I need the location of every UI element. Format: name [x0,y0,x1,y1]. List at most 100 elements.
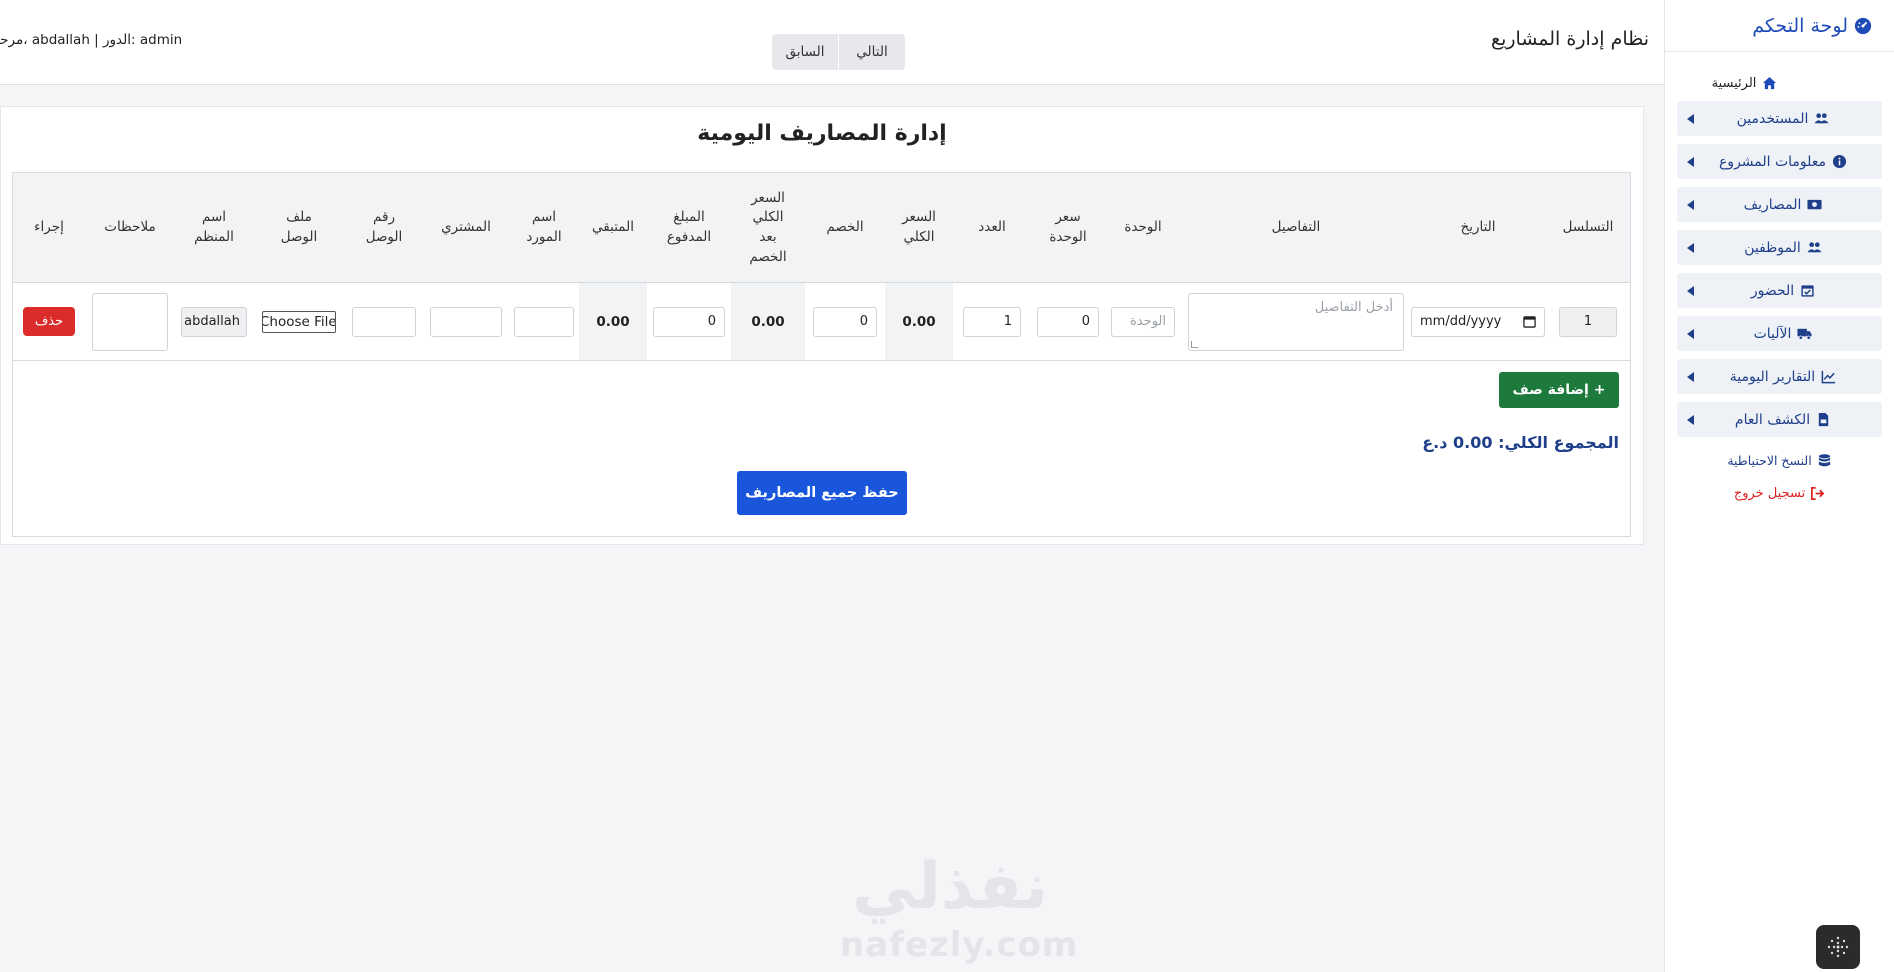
sidebar-menu: الرئيسية المستخدمين معلومات المشروع المص… [1665,52,1894,511]
calendar-icon[interactable] [1523,315,1536,328]
header-total-price: السعر الكلي [902,209,936,245]
sidebar: لوحة التحكم الرئيسية المستخدمين معلومات … [1664,0,1894,972]
logo-mark-icon [1827,936,1849,958]
previous-button[interactable]: السابق [772,34,838,70]
sidebar-item-label: معلومات المشروع [1718,153,1827,170]
header-unit: الوحدة [1124,219,1162,236]
caret-left-icon [1687,328,1694,339]
date-input[interactable]: mm/dd/yyyy [1411,306,1545,337]
sidebar-item-expenses[interactable]: المصاريف [1677,187,1882,222]
serial-field: 1 [1559,306,1617,337]
sidebar-item-general-statement[interactable]: الكشف العام [1677,402,1882,437]
file-invoice-icon [1818,412,1829,427]
sidebar-item-machinery[interactable]: الآليات [1677,316,1882,351]
cell-date: mm/dd/yyyy [1411,283,1545,360]
header-receipt-file: ملف الوصل [280,209,318,245]
sidebar-item-employees[interactable]: الموظفين [1677,230,1882,265]
expenses-card: إدارة المصاريف اليومية التسلسل التاريخ ا… [0,106,1644,545]
calendar-check-icon [1801,285,1814,297]
header-supplier: اسم المورد [526,209,562,245]
cell-action: حذف [13,283,85,360]
caret-left-icon [1687,199,1694,210]
cell-notes [85,283,175,360]
table-header: التسلسل التاريخ التفاصيل الوحدة سعر الوح… [13,173,1630,283]
receipt-number-input[interactable] [352,306,416,337]
cell-unit-price: 0 [1031,283,1105,360]
cell-total-after-discount: 0.00 [731,283,805,360]
table-row: 1 mm/dd/yyyy أدخل التفاصيل الوحدة 0 1 0.… [13,283,1630,361]
caret-left-icon [1687,285,1694,296]
cell-total-price: 0.00 [885,283,953,360]
cell-buyer [423,283,509,360]
sidebar-item-label: الموظفين [1744,239,1801,256]
unit-placeholder: الوحدة [1130,314,1166,329]
topbar: نظام إدارة المشاريع التالي السابق مرحباً… [0,0,1664,85]
sidebar-item-label: الكشف العام [1734,411,1811,428]
logout-link[interactable]: تسجيل خروج [1677,478,1882,511]
delete-row-button[interactable]: حذف [23,307,75,336]
sidebar-item-home[interactable]: الرئيسية [1677,66,1882,101]
header-paid-amount: المبلغ المدفوع [666,209,712,245]
cell-paid-amount: 0 [647,283,731,360]
sidebar-item-users[interactable]: المستخدمين [1677,101,1882,136]
sidebar-title: لوحة التحكم [1752,14,1848,37]
watermark-arabic: نفذلي [852,850,1048,924]
watermark: نفذلي nafezly.com [840,850,1077,965]
header-buyer: المشتري [441,219,491,236]
notes-textarea[interactable] [92,292,168,351]
cell-supplier [509,283,579,360]
user-info: مرحباً، abdallah | الدور: admin [0,32,183,48]
header-date: التاريخ [1460,219,1496,236]
cell-unit: الوحدة [1105,283,1181,360]
app-title: نظام إدارة المشاريع [1490,28,1649,50]
money-icon [1807,199,1822,210]
remaining-value: 0.00 [596,313,630,330]
next-button[interactable]: التالي [839,34,905,70]
sidebar-item-label: النسخ الاحتياطية [1727,453,1812,468]
cell-serial: 1 [1545,283,1631,360]
expenses-table: التسلسل التاريخ التفاصيل الوحدة سعر الوح… [12,172,1631,537]
add-row-button[interactable]: + إضافة صف [1499,372,1619,408]
sidebar-item-daily-reports[interactable]: التقارير اليومية [1677,359,1882,394]
buyer-input[interactable] [430,306,502,337]
total-after-discount-value: 0.00 [751,313,785,330]
users-icon [1814,113,1829,124]
logout-label: تسجيل خروج [1733,486,1806,501]
dashboard-icon [1854,17,1872,34]
header-notes: ملاحظات [104,219,156,236]
sidebar-item-label: المصاريف [1743,196,1802,213]
sidebar-item-project-info[interactable]: معلومات المشروع [1677,144,1882,179]
save-all-expenses-button[interactable]: حفظ جميع المصاريف [737,471,907,515]
sidebar-header[interactable]: لوحة التحكم [1665,0,1894,52]
date-placeholder: mm/dd/yyyy [1420,314,1502,329]
cell-receipt-number [345,283,423,360]
sign-out-icon [1811,487,1825,500]
pagination-buttons: التالي السابق [772,34,905,70]
sidebar-item-label: الحضور [1750,282,1795,299]
home-icon [1763,76,1777,90]
unit-input[interactable]: الوحدة [1111,306,1175,337]
grand-total-value: 0.00 د.ع [1422,433,1493,452]
header-serial: التسلسل [1562,219,1614,236]
choose-file-button[interactable]: Choose File [262,310,336,333]
supplier-input[interactable] [514,306,574,337]
header-action: إجراء [34,219,64,236]
caret-left-icon [1687,371,1694,382]
header-details: التفاصيل [1271,219,1321,236]
sidebar-item-label: الآليات [1753,325,1792,342]
sidebar-item-attendance[interactable]: الحضور [1677,273,1882,308]
users-icon [1807,242,1822,253]
chart-line-icon [1821,370,1836,384]
details-textarea[interactable]: أدخل التفاصيل [1188,292,1404,351]
discount-input[interactable]: 0 [813,306,877,337]
paid-amount-input[interactable]: 0 [653,306,725,337]
header-remaining: المتبقي [592,219,634,236]
cell-details: أدخل التفاصيل [1181,283,1411,360]
count-input[interactable]: 1 [963,306,1021,337]
resize-handle-icon[interactable] [1191,340,1198,348]
header-discount: الخصم [826,219,864,236]
unit-price-input[interactable]: 0 [1037,306,1099,337]
cell-organizer: abdallah [175,283,253,360]
grand-total-label: المجموع الكلي: [1498,433,1619,452]
sidebar-item-backup[interactable]: النسخ الاحتياطية [1677,445,1882,478]
